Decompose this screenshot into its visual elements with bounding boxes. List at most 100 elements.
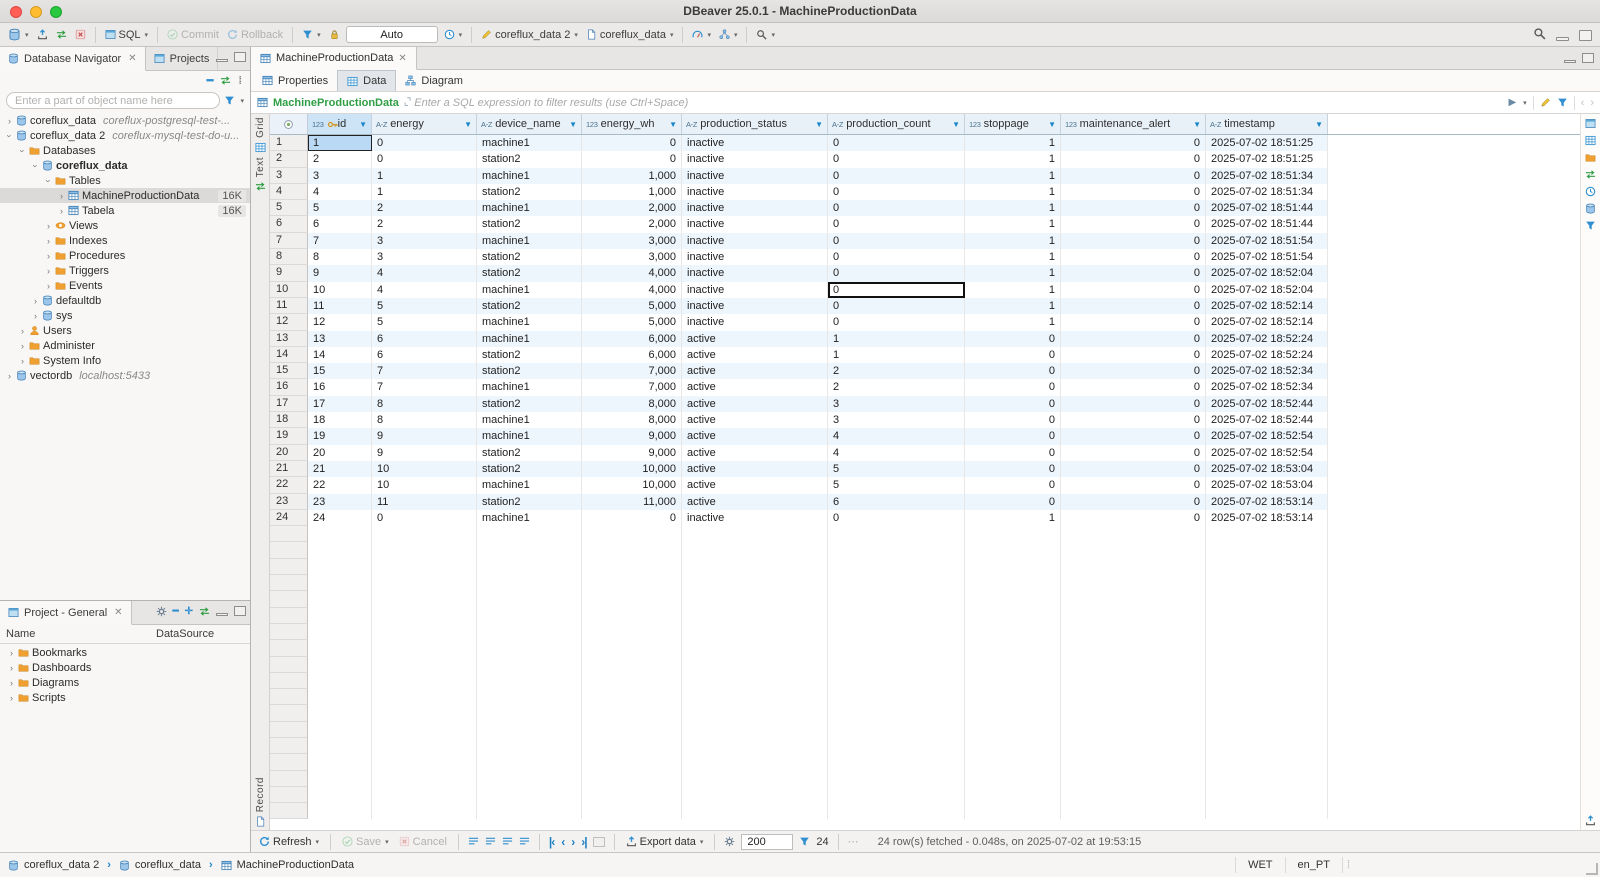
- row-number[interactable]: 11: [270, 297, 308, 315]
- grid-cell[interactable]: active: [682, 363, 828, 380]
- grid-cell[interactable]: 2025-07-02 18:51:44: [1206, 216, 1328, 233]
- grid-cell[interactable]: machine1: [477, 281, 582, 298]
- view-menu-icon[interactable]: ⁞: [238, 75, 242, 87]
- grid-cell[interactable]: 1: [828, 346, 965, 364]
- collapse-all-icon[interactable]: ━: [173, 606, 179, 617]
- grid-cell[interactable]: machine1: [477, 314, 582, 331]
- grid-cell[interactable]: 9,000: [582, 428, 682, 445]
- column-dropdown-icon[interactable]: ▼: [1311, 120, 1323, 129]
- grid-cell[interactable]: 2025-07-02 18:51:34: [1206, 183, 1328, 201]
- tree-item-indexes[interactable]: › Indexes: [0, 233, 250, 248]
- grid-cell[interactable]: 0: [1061, 460, 1206, 478]
- grid-cell[interactable]: 0: [1061, 363, 1206, 380]
- grid-cell[interactable]: inactive: [682, 183, 828, 201]
- grid-cell[interactable]: 0: [1061, 493, 1206, 510]
- grid-cell[interactable]: 11: [372, 493, 477, 510]
- grid-cell[interactable]: 1: [965, 249, 1061, 266]
- grid-cell[interactable]: 0: [828, 509, 965, 527]
- value-viewer-panel-icon[interactable]: [1585, 118, 1596, 129]
- row-number[interactable]: 14: [270, 346, 308, 364]
- metadata-panel-icon[interactable]: [1585, 203, 1596, 214]
- gear-icon[interactable]: [156, 606, 167, 617]
- grid-cell[interactable]: inactive: [682, 314, 828, 331]
- grid-cell[interactable]: 0: [965, 363, 1061, 380]
- grid-cell[interactable]: 7: [372, 363, 477, 380]
- grid-cell[interactable]: 4,000: [582, 265, 682, 282]
- grid-cell[interactable]: inactive: [682, 151, 828, 168]
- grid-cell[interactable]: 2025-07-02 18:51:25: [1206, 151, 1328, 168]
- grid-cell[interactable]: 1: [965, 200, 1061, 217]
- grid-cell[interactable]: inactive: [682, 200, 828, 217]
- grid-cell[interactable]: 0: [965, 477, 1061, 494]
- grid-cell[interactable]: 17: [308, 395, 372, 413]
- grid-cell[interactable]: 12: [308, 314, 372, 331]
- dashboard-button[interactable]: ▾: [690, 28, 713, 41]
- grid-cell[interactable]: 1: [965, 281, 1061, 298]
- column-dropdown-icon[interactable]: ▼: [1189, 120, 1201, 129]
- grid-cell[interactable]: 24: [308, 509, 372, 527]
- grid-cell[interactable]: 0: [828, 216, 965, 233]
- grid-cell[interactable]: machine1: [477, 330, 582, 347]
- active-database-button[interactable]: coreflux_data ▾: [584, 28, 676, 42]
- grid-cell[interactable]: machine1: [477, 232, 582, 250]
- grid-cell[interactable]: 0: [828, 135, 965, 152]
- grid-cell[interactable]: inactive: [682, 232, 828, 250]
- duplicate-row-icon[interactable]: [485, 836, 496, 847]
- grid-cell[interactable]: 6,000: [582, 330, 682, 347]
- grid-cell[interactable]: inactive: [682, 265, 828, 282]
- object-filter-input[interactable]: Enter a part of object name here: [6, 92, 221, 109]
- minimize-window-button[interactable]: [30, 6, 42, 18]
- grid-cell[interactable]: 0: [1061, 297, 1206, 315]
- grid-cell[interactable]: 0: [372, 151, 477, 168]
- tree-item-events[interactable]: › Events: [0, 278, 250, 293]
- clear-filter-icon[interactable]: [1540, 97, 1551, 108]
- grid-cell[interactable]: 0: [1061, 477, 1206, 494]
- grid-cell[interactable]: 9: [372, 428, 477, 445]
- grid-cell[interactable]: 0: [828, 249, 965, 266]
- grid-cell[interactable]: 10: [372, 460, 477, 478]
- grid-cell[interactable]: 1: [965, 314, 1061, 331]
- filters-menu-icon[interactable]: [1557, 97, 1568, 108]
- grid-cell[interactable]: 18: [308, 412, 372, 429]
- column-dropdown-icon[interactable]: ▼: [1044, 120, 1056, 129]
- row-number[interactable]: 24: [270, 509, 308, 527]
- column-header-id[interactable]: 123 id ▼: [308, 114, 372, 134]
- link-editor-icon[interactable]: [220, 75, 231, 86]
- grid-cell[interactable]: 1: [965, 232, 1061, 250]
- redo-icon[interactable]: ›: [1590, 97, 1594, 109]
- resize-grip[interactable]: [1586, 863, 1598, 875]
- tree-item-coreflux-data-2[interactable]: › coreflux_data 2 coreflux-mysql-test-do-u…: [0, 128, 250, 143]
- expand-chevron-icon[interactable]: ›: [6, 663, 17, 673]
- grid-cell[interactable]: 13: [308, 330, 372, 347]
- column-header-energy_wh[interactable]: 123 energy_wh ▼: [582, 114, 682, 134]
- grid-cell[interactable]: 2,000: [582, 216, 682, 233]
- grid-cell[interactable]: 2025-07-02 18:51:54: [1206, 249, 1328, 266]
- grid-cell[interactable]: 8,000: [582, 412, 682, 429]
- tab-database-navigator[interactable]: Database Navigator ✕: [0, 47, 146, 71]
- grid-cell[interactable]: active: [682, 412, 828, 429]
- grid-cell[interactable]: 2025-07-02 18:53:04: [1206, 477, 1328, 494]
- next-page-icon[interactable]: ›: [571, 835, 575, 849]
- column-dropdown-icon[interactable]: ▼: [355, 120, 367, 129]
- grid-cell[interactable]: 0: [1061, 232, 1206, 250]
- new-connection-button[interactable]: ▾: [6, 27, 31, 42]
- grid-cell[interactable]: 2025-07-02 18:52:24: [1206, 330, 1328, 347]
- grid-cell[interactable]: inactive: [682, 249, 828, 266]
- grid-cell[interactable]: 1: [965, 167, 1061, 184]
- tree-item-coreflux-data[interactable]: › coreflux_data: [0, 158, 250, 173]
- grid-cell[interactable]: 0: [1061, 249, 1206, 266]
- close-icon[interactable]: ✕: [398, 53, 406, 64]
- grid-cell[interactable]: 2025-07-02 18:52:34: [1206, 363, 1328, 380]
- maximize-editor-icon[interactable]: [1582, 53, 1594, 63]
- grid-cell[interactable]: 2025-07-02 18:52:14: [1206, 314, 1328, 331]
- row-number[interactable]: 15: [270, 363, 308, 380]
- tree-item-vectordb[interactable]: › vectordb localhost:5433: [0, 368, 250, 383]
- minimize-editor-icon[interactable]: [1556, 36, 1569, 41]
- subtab-diagram[interactable]: Diagram: [396, 70, 472, 91]
- grid-cell[interactable]: 0: [1061, 509, 1206, 527]
- network-button[interactable]: ▾: [717, 28, 740, 41]
- grid-cell[interactable]: machine1: [477, 200, 582, 217]
- grid-cell[interactable]: 0: [965, 395, 1061, 413]
- transaction-filter-button[interactable]: ▾: [300, 28, 323, 41]
- filter-funnel-icon[interactable]: [224, 95, 235, 106]
